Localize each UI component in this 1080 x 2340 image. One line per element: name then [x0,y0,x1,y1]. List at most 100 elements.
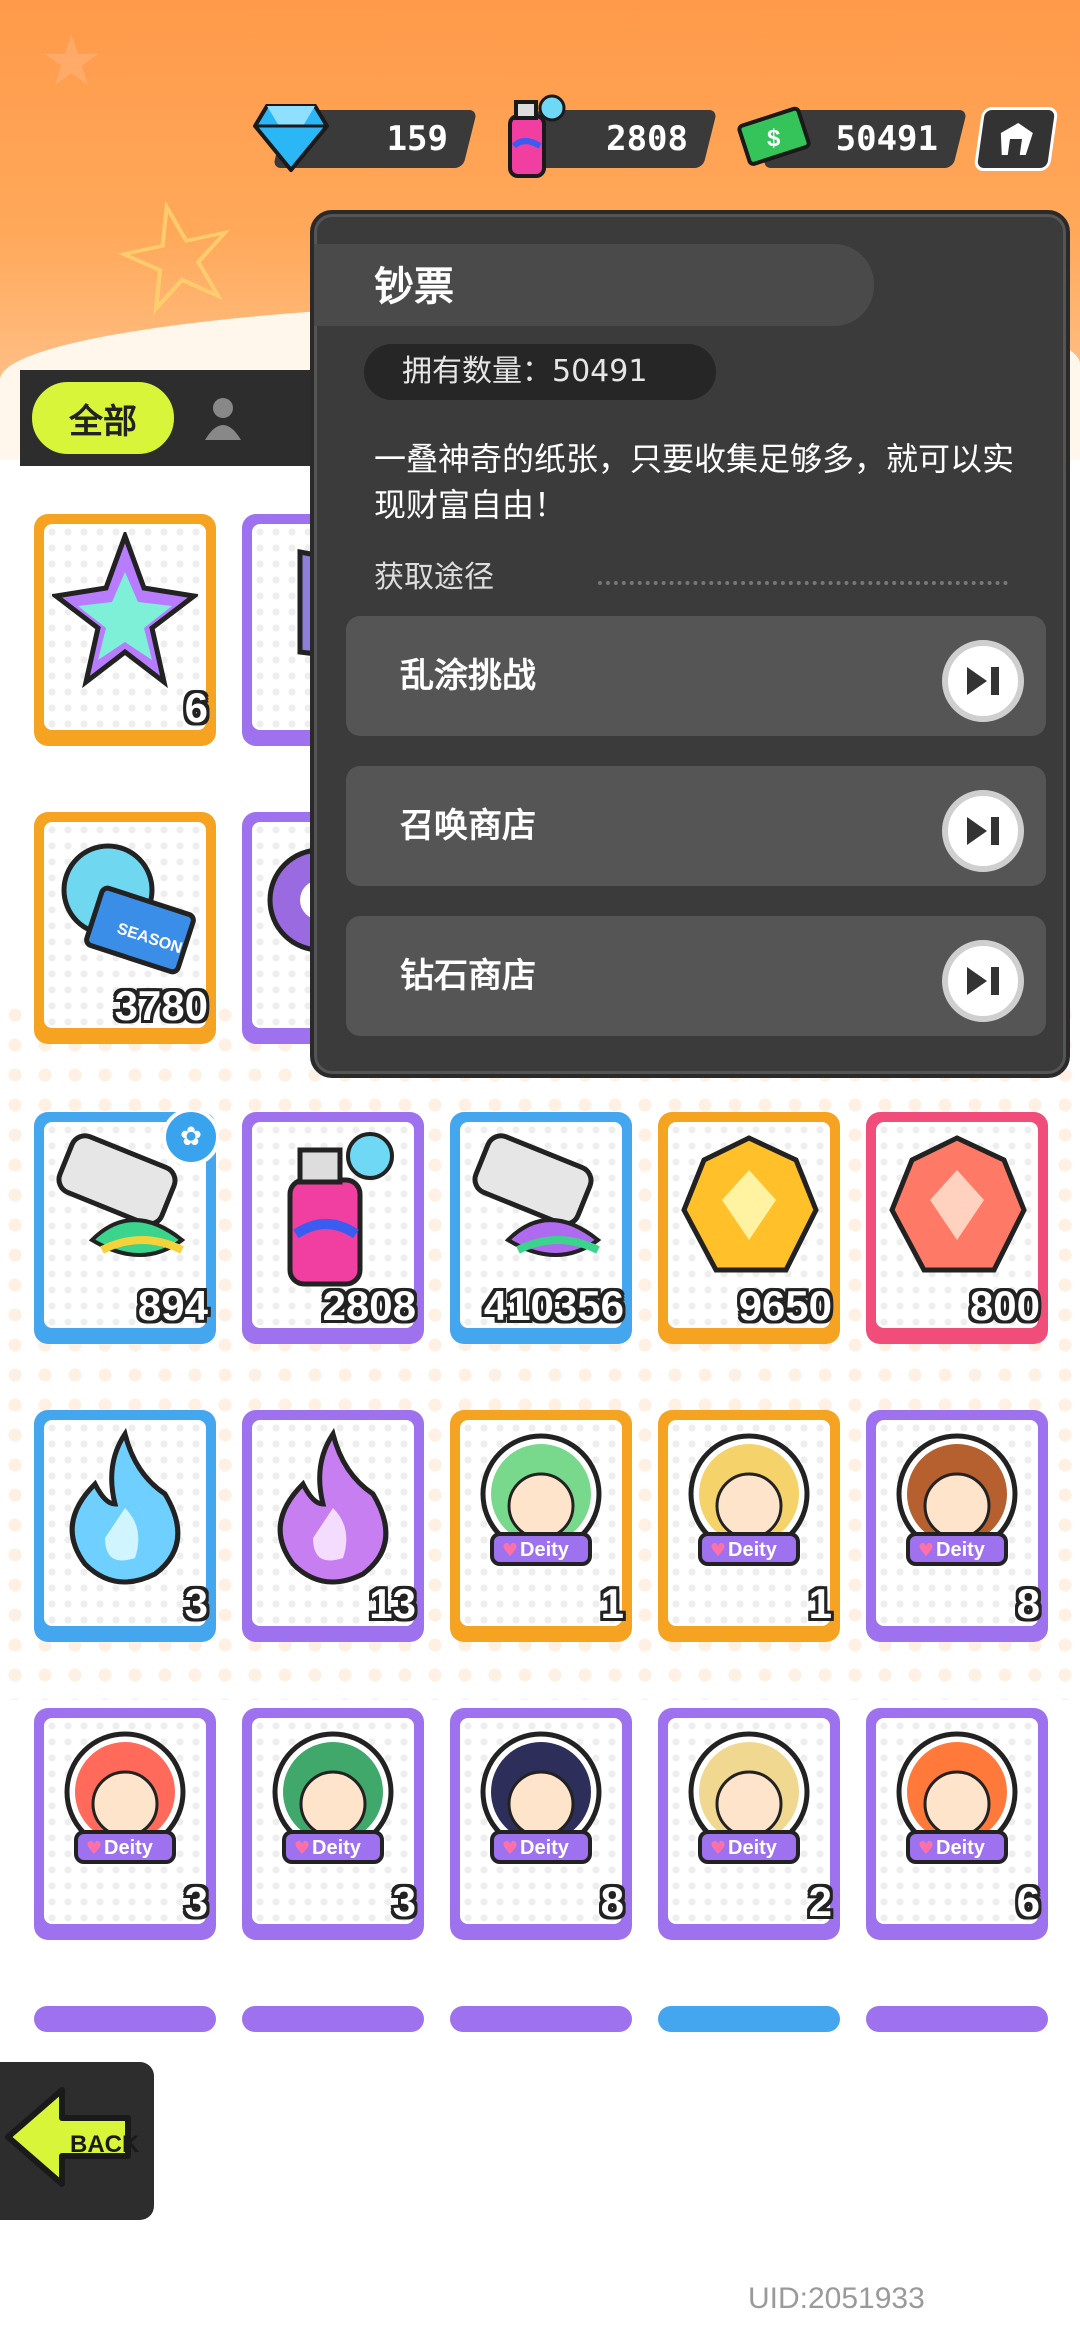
banknote-icon: $ [730,92,820,182]
svg-text:♥: ♥ [86,1838,102,1859]
item-card-deity-gold[interactable]: Deity ♥ 2 [658,1708,840,1940]
skip-forward-icon [967,967,999,995]
svg-text:Deity: Deity [728,1837,778,1859]
shop-button[interactable] [973,107,1059,171]
item-count: 3780 [114,982,208,1029]
deity-dark-icon: Deity♥ [480,1731,602,1864]
deity-orange-icon: Deity♥ [896,1731,1018,1864]
item-card-deity-dark[interactable]: Deity ♥ 8 [450,1708,632,1940]
item-card-red-gem[interactable]: 800 [866,1112,1048,1344]
route-summon-shop[interactable]: 召唤商店 [346,766,1046,886]
item-count: 2 [808,1878,832,1925]
item-card-deity-red[interactable]: Deity ♥ 3 [34,1708,216,1940]
blue-flame-icon [69,1428,181,1585]
item-count: 3 [184,1878,208,1925]
item-card-spray-can[interactable]: 2808 [242,1112,424,1344]
item-card-deity-cap[interactable]: Deity ♥ 3 [242,1708,424,1940]
owned-quantity: 拥有数量：50491 [364,344,716,400]
item-card-deity-brown[interactable]: Deity ♥ 8 [866,1410,1048,1642]
item-count: 2808 [322,1282,416,1329]
crystal-star-icon [52,532,198,689]
person-icon [205,398,241,440]
item-count: 3 [392,1878,416,1925]
popup-title: 钞票 [374,264,454,310]
tab-all[interactable]: 全部 [28,378,178,458]
source-label: 获取途径 [374,560,494,595]
deity-brown-icon: Deity♥ [896,1433,1018,1566]
go-button[interactable] [942,640,1024,722]
item-card-purple-flame[interactable]: 13 [242,1410,424,1642]
route-label: 召唤商店 [400,806,536,846]
svg-text:Deity: Deity [728,1539,778,1561]
spray-can-icon [287,1132,394,1287]
item-count: 8 [1016,1580,1040,1627]
item-card-partial[interactable] [866,2006,1048,2032]
deity-cap-icon: Deity♥ [272,1731,394,1864]
svg-text:$: $ [767,125,781,152]
item-count: 410356 [483,1282,624,1329]
item-count: 800 [969,1282,1040,1329]
item-count: 3 [184,1580,208,1627]
tab-character[interactable] [195,390,251,446]
item-count: 894 [137,1282,208,1329]
dotted-divider [598,581,1008,585]
diamond-icon [246,92,336,182]
svg-text:♥: ♥ [294,1838,310,1859]
svg-text:♥: ♥ [502,1838,518,1859]
item-card-partial[interactable] [34,2006,216,2032]
owned-label: 拥有数量： [402,354,552,389]
item-card-partial[interactable] [242,2006,424,2032]
skip-forward-icon [967,667,999,695]
item-card-blue-flame[interactable]: 3 [34,1410,216,1642]
go-button[interactable] [942,790,1024,872]
item-count: 9650 [738,1282,832,1329]
svg-text:♥: ♥ [918,1838,934,1859]
season-ticket-icon: SEASON [61,843,196,975]
item-count: 1 [600,1580,624,1627]
svg-text:♥: ♥ [710,1540,726,1561]
route-diamond-shop[interactable]: 钻石商店 [346,916,1046,1036]
svg-text:Deity: Deity [312,1837,362,1859]
back-button[interactable]: BACK [0,2058,158,2224]
item-card-season-ticket[interactable]: SEASON 3780 [34,812,216,1044]
tab-all-label: 全部 [69,401,137,442]
item-card-deity-orange[interactable]: Deity ♥ 6 [866,1708,1048,1940]
gold-gem-icon [681,1135,819,1273]
back-label: BACK [70,2131,140,2158]
item-card-paint-tube-blue[interactable]: 894 ✿ [34,1112,216,1344]
item-count: 13 [369,1580,416,1627]
deity-gold-icon: Deity♥ [688,1731,810,1864]
paint-tube-icon [472,1133,602,1257]
item-card-gold-gem[interactable]: 9650 [658,1112,840,1344]
svg-text:♥: ♥ [710,1838,726,1859]
go-button[interactable] [942,940,1024,1022]
svg-text:Deity: Deity [936,1837,986,1859]
owned-value: 50491 [552,354,648,389]
svg-text:♥: ♥ [918,1540,934,1561]
route-label: 钻石商店 [400,956,536,996]
item-card-crystal-star[interactable]: 6 [34,514,216,746]
item-description: 一叠神奇的纸张，只要收集足够多，就可以实现财富自由！ [374,440,1015,524]
route-doodle-challenge[interactable]: 乱涂挑战 [346,616,1046,736]
item-card-partial[interactable] [450,2006,632,2032]
route-label: 乱涂挑战 [400,656,536,696]
item-count: 6 [1016,1878,1040,1925]
limited-badge-icon: ✿ [162,1112,216,1166]
deity-red-icon: Deity♥ [64,1731,186,1864]
star-decoration-icon: ★ [40,20,103,102]
item-count: 6 [184,684,208,731]
item-card-deity-blonde[interactable]: Deity ♥ 1 [658,1410,840,1642]
svg-text:Deity: Deity [520,1837,570,1859]
item-card-deity-green[interactable]: Deity ♥ 1 [450,1410,632,1642]
svg-text:Deity: Deity [520,1539,570,1561]
back-arrow-icon: BACK [5,2087,140,2187]
item-card-paint-tube[interactable]: 410356 [450,1112,632,1344]
spray-can-icon [488,92,578,182]
item-detail-popup: 钞票 拥有数量：50491 一叠神奇的纸张，只要收集足够多，就可以实现财富自由！… [310,210,1070,1078]
red-gem-icon [889,1135,1027,1273]
item-count: 1 [808,1580,832,1627]
svg-text:Deity: Deity [104,1837,154,1859]
svg-text:Deity: Deity [936,1539,986,1561]
item-card-partial[interactable] [658,2006,840,2032]
uid-label: UID:2051933 [748,2282,925,2315]
